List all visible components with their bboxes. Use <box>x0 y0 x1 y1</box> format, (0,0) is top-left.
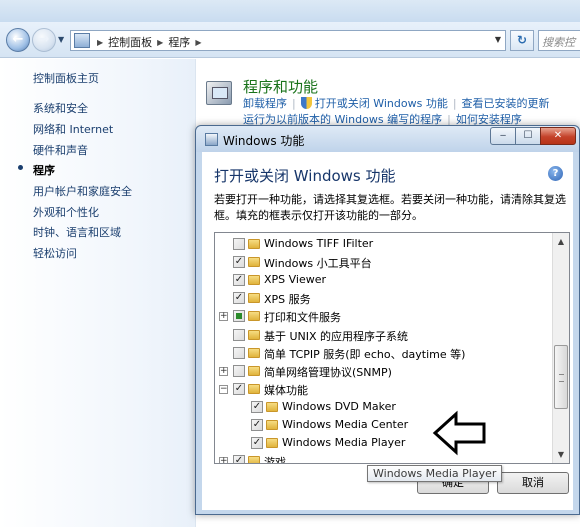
sidebar-item-hardware-sound[interactable]: 硬件和声音 <box>33 142 88 158</box>
folder-icon <box>248 329 260 340</box>
feature-checkbox[interactable] <box>233 328 245 341</box>
feature-label[interactable]: Windows Media Center <box>282 418 408 431</box>
sidebar-item-network[interactable]: 网络和 Internet <box>33 121 113 137</box>
folder-icon <box>248 257 260 268</box>
breadcrumb-separator-icon[interactable]: ▶ <box>157 38 163 47</box>
folder-icon <box>248 275 260 286</box>
breadcrumb-control-panel[interactable]: 控制面板 <box>108 36 152 49</box>
folder-icon <box>248 347 260 358</box>
folder-icon <box>266 401 278 412</box>
recent-pages-chevron-down-icon[interactable]: ▼ <box>58 35 64 44</box>
folder-icon <box>266 420 278 430</box>
left-arrow-annotation-icon <box>432 410 486 456</box>
feature-checkbox[interactable] <box>233 274 245 287</box>
breadcrumb-programs[interactable]: 程序 <box>168 36 190 49</box>
folder-icon <box>248 456 260 463</box>
feature-label[interactable]: 媒体功能 <box>264 382 308 398</box>
feature-checkbox[interactable] <box>233 455 245 463</box>
feature-label[interactable]: 简单网络管理协议(SNMP) <box>264 364 392 380</box>
feature-checkbox[interactable] <box>233 310 245 323</box>
features-tree[interactable]: Windows TIFF IFilter Windows 小工具平台 XPS Vie… <box>214 232 570 464</box>
feature-label[interactable]: Windows Media Player <box>282 436 405 449</box>
window-titlebar <box>0 0 580 22</box>
feature-label[interactable]: XPS Viewer <box>264 273 326 286</box>
minimize-button[interactable]: ‒ <box>490 127 516 145</box>
address-bar[interactable]: ▶ 控制面板 ▶ 程序 ▶ ▼ <box>70 30 506 51</box>
feature-label[interactable]: 基于 UNIX 的应用程序子系统 <box>264 328 408 344</box>
sidebar-item-programs[interactable]: 程序 <box>33 162 55 178</box>
folder-icon <box>248 383 260 394</box>
sidebar-item-ease-of-access[interactable]: 轻松访问 <box>33 245 77 261</box>
sidebar-item-clock-region[interactable]: 时钟、语言和区域 <box>33 224 121 240</box>
breadcrumb-separator-icon[interactable]: ▶ <box>195 38 201 47</box>
dialog-titlebar[interactable]: Windows 功能 ‒ ☐ ✕ <box>196 126 579 152</box>
tooltip: Windows Media Player <box>367 465 503 482</box>
address-dropdown-chevron-down-icon[interactable]: ▼ <box>495 35 501 44</box>
collapse-icon[interactable]: − <box>219 384 228 394</box>
folder-icon <box>248 365 260 376</box>
feature-label[interactable]: 游戏 <box>264 454 286 463</box>
feature-checkbox[interactable] <box>233 364 245 377</box>
windows-features-icon <box>205 133 218 146</box>
uninstall-program-link[interactable]: 卸载程序 <box>243 97 287 110</box>
close-button[interactable]: ✕ <box>540 127 576 145</box>
feature-label[interactable]: Windows DVD Maker <box>282 400 396 413</box>
dialog-description: 若要打开一种功能，请选择其复选框。若要关闭一种功能，请清除其复选框。填充的框表示… <box>214 193 566 222</box>
feature-checkbox[interactable] <box>251 400 263 413</box>
feature-label[interactable]: XPS 服务 <box>264 291 311 307</box>
turn-windows-features-link[interactable]: 打开或关闭 Windows 功能 <box>315 97 448 110</box>
feature-label[interactable]: Windows 小工具平台 <box>264 255 372 271</box>
scroll-thumb[interactable] <box>554 345 568 409</box>
programs-features-icon <box>206 81 232 105</box>
expand-icon[interactable]: + <box>219 312 228 322</box>
folder-icon <box>248 311 260 322</box>
forward-button[interactable]: → <box>32 28 56 52</box>
control-panel-icon <box>74 33 90 48</box>
feature-checkbox[interactable] <box>233 346 245 359</box>
feature-label[interactable]: Windows TIFF IFilter <box>264 237 373 250</box>
expand-icon[interactable]: + <box>219 366 228 376</box>
feature-label[interactable]: 打印和文件服务 <box>264 309 341 325</box>
left-nav-panel: 控制面板主页 系统和安全 网络和 Internet 硬件和声音 程序 用户帐户和… <box>0 59 196 527</box>
folder-icon <box>266 438 278 449</box>
sidebar-item-home[interactable]: 控制面板主页 <box>33 70 99 86</box>
dialog-heading: 打开或关闭 Windows 功能 <box>214 167 396 185</box>
feature-checkbox[interactable] <box>233 382 245 395</box>
programs-links-row1: 卸载程序 | 打开或关闭 Windows 功能 | 查看已安装的更新 <box>243 97 550 110</box>
scroll-down-arrow-icon[interactable]: ▼ <box>553 446 569 463</box>
expand-icon[interactable]: + <box>219 457 228 463</box>
dialog-title: Windows 功能 <box>223 134 305 148</box>
window-title-blurred <box>8 5 108 16</box>
maximize-button[interactable]: ☐ <box>515 127 541 145</box>
feature-label[interactable]: 简单 TCPIP 服务(即 echo、daytime 等) <box>264 346 465 362</box>
breadcrumb: ▶ 控制面板 ▶ 程序 ▶ <box>95 34 206 50</box>
feature-checkbox[interactable] <box>233 256 245 269</box>
current-item-bullet-icon <box>18 165 23 170</box>
dialog-body: 打开或关闭 Windows 功能 ? 若要打开一种功能，请选择其复选框。若要关闭… <box>202 152 573 510</box>
sidebar-item-appearance[interactable]: 外观和个性化 <box>33 204 99 220</box>
breadcrumb-separator-icon[interactable]: ▶ <box>97 38 103 47</box>
windows-features-dialog: Windows 功能 ‒ ☐ ✕ 打开或关闭 Windows 功能 ? 若要打开… <box>195 125 580 515</box>
view-installed-updates-link[interactable]: 查看已安装的更新 <box>462 97 550 110</box>
feature-checkbox[interactable] <box>233 238 245 250</box>
folder-icon <box>248 239 260 249</box>
sidebar-item-system-security[interactable]: 系统和安全 <box>33 100 88 116</box>
feature-checkbox[interactable] <box>251 437 263 450</box>
folder-icon <box>248 293 260 304</box>
cancel-button[interactable]: 取消 <box>497 472 569 494</box>
features-scrollbar[interactable]: ▲ ▼ <box>552 233 569 463</box>
help-icon[interactable]: ? <box>548 166 563 181</box>
back-button[interactable]: ← <box>6 28 30 52</box>
scroll-up-arrow-icon[interactable]: ▲ <box>553 233 569 250</box>
sidebar-item-user-accounts[interactable]: 用户帐户和家庭安全 <box>33 183 132 199</box>
navigation-bar: ← → ▼ ▶ 控制面板 ▶ 程序 ▶ ▼ ↻ 搜索控 <box>0 22 580 58</box>
feature-checkbox[interactable] <box>233 292 245 305</box>
search-input[interactable]: 搜索控 <box>538 30 580 51</box>
uac-shield-icon <box>300 97 312 109</box>
refresh-button[interactable]: ↻ <box>510 30 534 51</box>
programs-features-title[interactable]: 程序和功能 <box>243 76 318 97</box>
feature-checkbox[interactable] <box>251 419 263 431</box>
